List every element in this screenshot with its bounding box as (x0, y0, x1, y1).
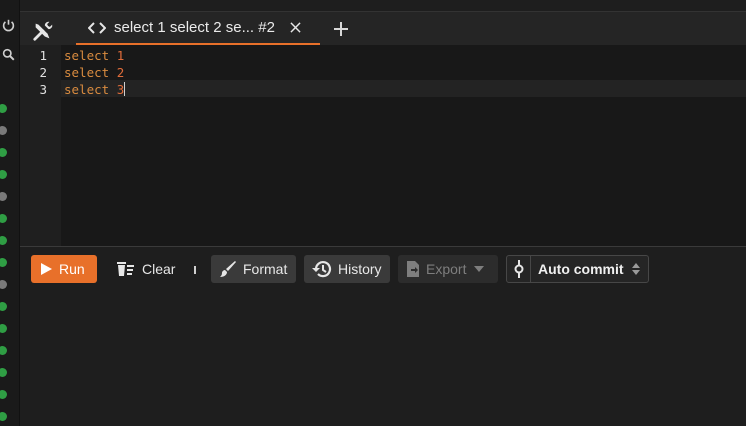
format-label: Format (243, 261, 288, 277)
query-toolbar: Run Clear Format History Export Auto com… (20, 247, 746, 426)
status-dot (0, 368, 7, 377)
tab-title: select 1 select 2 se... #2 (114, 19, 275, 36)
code-line[interactable]: select 2 (64, 65, 124, 80)
status-dot (0, 126, 7, 135)
sql-keyword: select (64, 82, 110, 97)
caret-down-icon (474, 266, 485, 272)
status-dot (0, 192, 7, 201)
history-button[interactable]: History (304, 255, 390, 283)
status-dot (0, 170, 7, 179)
sql-keyword: select (64, 48, 110, 63)
commit-icon (507, 256, 531, 282)
line-number: 3 (39, 82, 47, 97)
status-dot (0, 258, 7, 267)
sort-icon (632, 263, 640, 275)
clear-icon (117, 262, 134, 276)
sql-editor[interactable]: 1 2 3 select 1 select 2 select 3 (20, 45, 746, 246)
active-line-highlight (61, 80, 746, 97)
status-dot (0, 390, 7, 399)
tab-query-2[interactable]: select 1 select 2 se... #2 (76, 12, 320, 45)
status-dot (0, 104, 7, 113)
plus-icon[interactable] (330, 18, 352, 40)
clear-label: Clear (142, 261, 176, 277)
sql-value: 2 (116, 65, 125, 80)
export-button[interactable]: Export (398, 255, 498, 283)
status-dot (0, 214, 7, 223)
status-dot (0, 412, 7, 421)
run-label: Run (59, 261, 85, 277)
run-button[interactable]: Run (31, 255, 97, 283)
close-icon[interactable] (289, 21, 303, 35)
tab-bar: select 1 select 2 se... #2 (20, 0, 746, 45)
status-dot (0, 346, 7, 355)
play-icon (41, 263, 52, 275)
sql-value: 3 (116, 82, 125, 97)
sql-value: 1 (116, 48, 125, 63)
status-dot (0, 324, 7, 333)
brush-icon (220, 261, 236, 277)
autocommit-label: Auto commit (538, 261, 624, 277)
text-caret (124, 82, 126, 96)
clear-button[interactable]: Clear (108, 255, 180, 283)
file-export-icon (407, 261, 419, 277)
status-dot (0, 236, 7, 245)
history-label: History (338, 261, 382, 277)
line-number: 1 (39, 48, 47, 63)
search-icon[interactable] (0, 45, 16, 63)
sql-keyword: select (64, 65, 110, 80)
left-strip (0, 0, 20, 426)
tools-icon[interactable] (30, 18, 56, 44)
history-icon (312, 261, 332, 278)
export-label: Export (426, 261, 467, 277)
autocommit-select[interactable]: Auto commit (506, 255, 649, 283)
status-dot (0, 280, 7, 289)
format-button[interactable]: Format (211, 255, 296, 283)
code-line[interactable]: select 3 (64, 82, 126, 97)
status-dot (0, 302, 7, 311)
power-icon[interactable] (0, 16, 16, 34)
line-number: 2 (39, 65, 47, 80)
status-dot (0, 148, 7, 157)
line-gutter: 1 2 3 (20, 45, 61, 246)
code-line[interactable]: select 1 (64, 48, 124, 63)
code-icon (88, 21, 106, 34)
separator (194, 266, 196, 274)
